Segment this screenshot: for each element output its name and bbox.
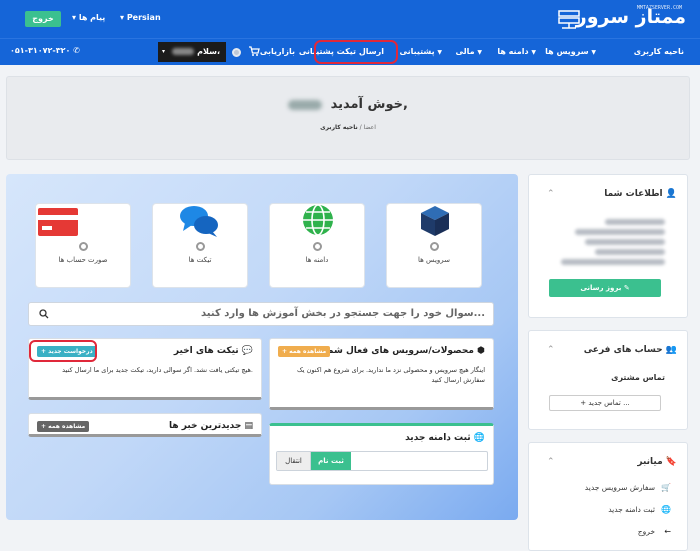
card-body: اینگار هیچ سرویس و محصولی نزد ما ندارید.… bbox=[296, 366, 485, 384]
notification-icon[interactable] bbox=[232, 48, 241, 57]
user-details-blurred bbox=[561, 219, 665, 269]
new-contact-button[interactable]: + تماس جدید ... bbox=[549, 395, 661, 411]
welcome-title: خوش آمدید, bbox=[7, 97, 689, 112]
card-title: محصولات/سرویس های فعال شما ⬢ bbox=[324, 346, 485, 356]
messages-link[interactable]: ▾ پیام ها bbox=[72, 13, 105, 22]
globe-icon bbox=[303, 204, 333, 236]
breadcrumb-home[interactable]: اعضا bbox=[364, 124, 376, 131]
domain-input[interactable]: ثبت نام انتقال bbox=[276, 451, 488, 471]
chevron-down-icon: ▼ bbox=[531, 49, 536, 56]
latest-news-card: جدیدترین خبر ها ▤ + مشاهده همه bbox=[28, 413, 262, 437]
panel-title: حساب های فرعی 👥 bbox=[583, 345, 677, 355]
cart-icon: 🛒 bbox=[661, 483, 671, 492]
register-domain-card: ثبت دامنه جدید 🌐 ثبت نام انتقال bbox=[269, 423, 494, 485]
nav-item-support[interactable]: پشتیبانی ▼ bbox=[400, 47, 444, 56]
welcome-banner: خوش آمدید, اعضا / ناحیه کاربری bbox=[6, 76, 690, 160]
contact-label: تماس مشتری bbox=[611, 373, 665, 382]
brand-logo[interactable]: MMTAZSERVER.COM ممتاز سرور bbox=[556, 4, 687, 34]
card-title: جدیدترین خبر ها ▤ bbox=[168, 421, 253, 431]
nav-item-dashboard[interactable]: ناحیه کاربری bbox=[634, 47, 684, 56]
users-icon: 👥 bbox=[665, 345, 677, 355]
breadcrumb-current: ناحیه کاربری bbox=[320, 124, 358, 131]
language-selector[interactable]: ▾ Persian bbox=[120, 13, 161, 22]
comments-icon: 💬 bbox=[241, 346, 253, 356]
chevron-down-icon: ▼ bbox=[437, 49, 442, 56]
cube-icon: ⬢ bbox=[477, 346, 485, 356]
transfer-domain-button[interactable]: انتقال bbox=[277, 452, 311, 470]
search-icon bbox=[39, 309, 49, 319]
shortcuts-panel: میانبر 🔖 ⌃ 🛒 سفارش سرویس جدید 🌐 ثبت دامن… bbox=[528, 442, 688, 551]
your-info-panel: اطلاعات شما 👤 ⌃ بروز رسانی ✎ bbox=[528, 174, 688, 318]
register-domain-button[interactable]: ثبت نام bbox=[311, 452, 351, 470]
chevron-up-icon[interactable]: ⌃ bbox=[547, 345, 555, 355]
logout-button[interactable]: خروج bbox=[25, 11, 61, 27]
user-menu[interactable]: ▾ سلام، bbox=[158, 42, 226, 62]
newspaper-icon: ▤ bbox=[244, 421, 253, 431]
card-title: تیکت های اخیر 💬 bbox=[173, 346, 253, 356]
tile-invoices[interactable]: صورت حساب ها bbox=[35, 203, 131, 288]
search-placeholder: سوال خود را جهت جستجو در بخش آموزش ها وا… bbox=[201, 308, 485, 319]
highlight-open-ticket bbox=[314, 40, 398, 64]
active-products-card: محصولات/سرویس های فعال شما ⬢ + مشاهده هم… bbox=[269, 338, 494, 410]
panel-title: اطلاعات شما 👤 bbox=[604, 189, 677, 199]
tile-tickets[interactable]: تیکت ها bbox=[152, 203, 248, 288]
tile-count-dot bbox=[79, 242, 88, 251]
chevron-down-icon: ▾ bbox=[120, 13, 125, 22]
chevron-down-icon: ▼ bbox=[591, 49, 596, 56]
shortcut-order-service[interactable]: سفارش سرویس جدید bbox=[585, 483, 655, 492]
user-name-blurred bbox=[288, 99, 323, 110]
update-profile-button[interactable]: بروز رسانی ✎ bbox=[549, 279, 661, 297]
tile-domains[interactable]: دامنه ها bbox=[269, 203, 365, 288]
panel-title: میانبر 🔖 bbox=[637, 457, 677, 467]
arrow-left-icon: ← bbox=[664, 527, 671, 536]
user-icon: 👤 bbox=[665, 189, 677, 199]
globe-icon: 🌐 bbox=[473, 433, 485, 443]
brand-name: ممتاز سرور bbox=[575, 6, 687, 28]
card-title: ثبت دامنه جدید 🌐 bbox=[405, 433, 485, 443]
tile-count-dot bbox=[313, 242, 322, 251]
chevron-up-icon[interactable]: ⌃ bbox=[547, 189, 555, 199]
kb-search-input[interactable]: سوال خود را جهت جستجو در بخش آموزش ها وا… bbox=[28, 302, 494, 326]
sub-accounts-panel: حساب های فرعی 👥 ⌃ تماس مشتری + تماس جدید… bbox=[528, 330, 688, 430]
shortcut-logout[interactable]: خروج bbox=[638, 527, 655, 536]
card-body: هیچ تیکتی یافت نشد. اگر سوالی دارید، تیک… bbox=[62, 366, 253, 374]
nav-item-affiliates[interactable]: بازاریابی bbox=[260, 47, 295, 56]
chevron-down-icon: ▼ bbox=[477, 49, 482, 56]
chevron-up-icon[interactable]: ⌃ bbox=[547, 457, 555, 467]
chevron-down-icon: ▾ bbox=[162, 48, 166, 55]
breadcrumb: اعضا / ناحیه کاربری bbox=[320, 124, 376, 131]
phone-icon: ✆ bbox=[73, 46, 80, 55]
pencil-icon: ✎ bbox=[623, 284, 630, 292]
server-logo-icon bbox=[558, 10, 580, 29]
nav-item-domains[interactable]: دامنه ها ▼ bbox=[497, 47, 538, 56]
support-phone[interactable]: ۰۵۱-۳۱۰۷۲-۳۲۰ ✆ bbox=[10, 46, 80, 55]
box-icon bbox=[421, 206, 449, 236]
cart-icon[interactable] bbox=[248, 45, 260, 57]
card-icon bbox=[38, 208, 78, 236]
bookmark-icon: 🔖 bbox=[665, 457, 677, 467]
view-all-button[interactable]: + مشاهده همه bbox=[37, 421, 90, 432]
chevron-down-icon: ▾ bbox=[72, 13, 77, 22]
top-bar: MMTAZSERVER.COM ممتاز سرور ▾ Persian ▾ پ… bbox=[0, 0, 700, 38]
globe-icon: 🌐 bbox=[661, 505, 671, 514]
tile-services[interactable]: سرویس ها bbox=[386, 203, 482, 288]
view-all-button[interactable]: + مشاهده همه bbox=[278, 346, 331, 357]
highlight-new-ticket bbox=[29, 340, 97, 362]
nav-item-services[interactable]: سرویس ها ▼ bbox=[545, 47, 598, 56]
tile-count-dot bbox=[430, 242, 439, 251]
user-name-blurred bbox=[172, 48, 195, 55]
chat-icon bbox=[180, 206, 218, 237]
nav-item-billing[interactable]: مالی ▼ bbox=[456, 47, 484, 56]
tile-count-dot bbox=[196, 242, 205, 251]
shortcut-register-domain[interactable]: ثبت دامنه جدید bbox=[608, 505, 655, 514]
